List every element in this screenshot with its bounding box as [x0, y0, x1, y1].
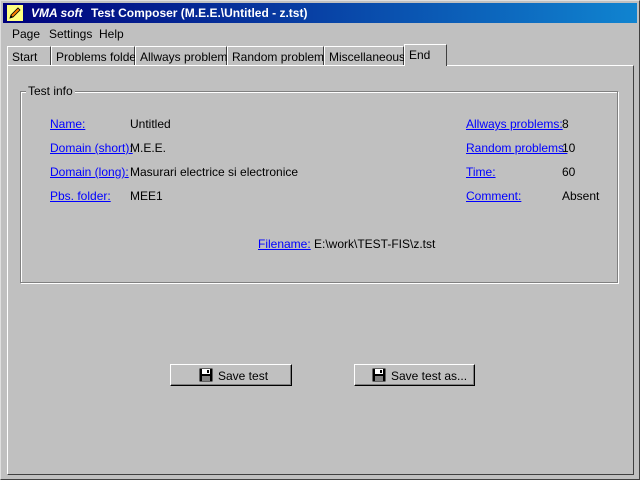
- tab-end-label: End: [409, 48, 431, 62]
- menu-bar: Page Settings Help: [3, 25, 637, 43]
- domain-long-label[interactable]: Domain (long):: [50, 165, 129, 179]
- tab-problems-folder[interactable]: Problems folder: [51, 46, 140, 65]
- comment-value: Absent: [562, 189, 600, 203]
- pbs-folder-label[interactable]: Pbs. folder:: [50, 189, 111, 203]
- random-problems-value: 10: [562, 141, 576, 155]
- window-title: Test Composer (M.E.E.\Untitled - z.tst): [91, 6, 308, 20]
- floppy-disk-icon: [199, 368, 213, 382]
- tab-start-label: Start: [12, 50, 38, 64]
- tab-random-problems-label: Random problems: [232, 50, 331, 64]
- time-value: 60: [562, 165, 576, 179]
- tab-miscellaneous[interactable]: Miscellaneous: [324, 46, 406, 65]
- domain-short-label[interactable]: Domain (short):: [50, 141, 133, 155]
- time-label[interactable]: Time:: [466, 165, 496, 179]
- name-label[interactable]: Name:: [50, 117, 85, 131]
- tab-allways-problems[interactable]: Allways problems: [135, 46, 233, 65]
- app-window: VMA soft Test Composer (M.E.E.\Untitled …: [0, 0, 640, 480]
- tab-miscellaneous-label: Miscellaneous: [329, 50, 406, 64]
- filename-label[interactable]: Filename:: [258, 237, 311, 251]
- menu-settings-label: Settings: [49, 27, 93, 41]
- tab-allways-problems-label: Allways problems: [140, 50, 234, 64]
- brand-label: VMA soft: [31, 6, 83, 20]
- menu-settings[interactable]: Settings: [49, 27, 92, 41]
- menu-page[interactable]: Page: [12, 27, 40, 41]
- end-tab-panel: Test info Name: Untitled Domain (short):…: [7, 65, 634, 475]
- title-bar[interactable]: VMA soft Test Composer (M.E.E.\Untitled …: [3, 3, 637, 23]
- name-value: Untitled: [130, 117, 171, 131]
- pencil-icon: [7, 5, 23, 21]
- pbs-folder-value: MEE1: [130, 189, 163, 203]
- save-test-as-label: Save test as...: [391, 369, 468, 383]
- tab-problems-folder-label: Problems folder: [56, 50, 141, 64]
- tab-start[interactable]: Start: [7, 46, 51, 65]
- menu-help-label: Help: [99, 27, 124, 41]
- test-info-title: Test info: [26, 84, 75, 98]
- filename-value: E:\work\TEST-FIS\z.tst: [314, 237, 436, 251]
- save-test-button[interactable]: Save test: [170, 364, 292, 386]
- domain-short-value: M.E.E.: [130, 141, 167, 155]
- save-test-as-button[interactable]: Save test as...: [354, 364, 475, 386]
- tab-random-problems[interactable]: Random problems: [227, 46, 330, 65]
- menu-help[interactable]: Help: [99, 27, 124, 41]
- tab-end[interactable]: End: [404, 44, 447, 66]
- allways-problems-label[interactable]: Allways problems:: [466, 117, 563, 131]
- domain-long-value: Masurari electrice si electronice: [130, 165, 299, 179]
- menu-page-label: Page: [12, 27, 41, 41]
- comment-label[interactable]: Comment:: [466, 189, 521, 203]
- save-test-label: Save test: [218, 369, 269, 383]
- random-problems-label[interactable]: Random problems:: [466, 141, 567, 155]
- floppy-disk-icon: [372, 368, 386, 382]
- allways-problems-value: 8: [562, 117, 569, 131]
- tab-strip: Start Problems folder Allways problems R…: [7, 44, 637, 66]
